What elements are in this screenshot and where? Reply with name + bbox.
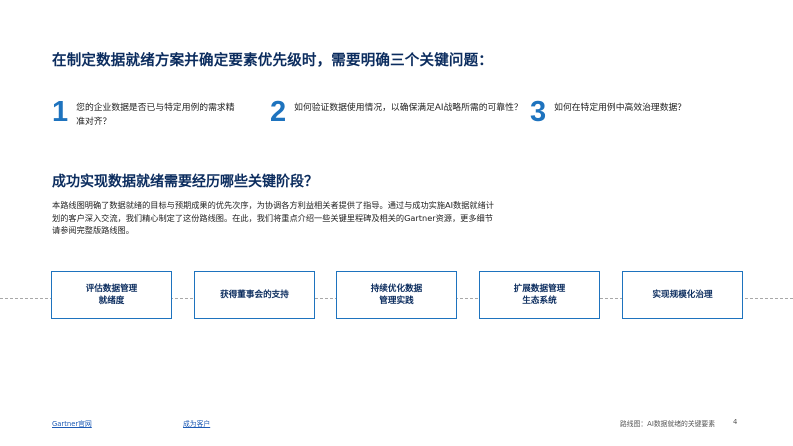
stage-label: 持续优化数据 管理实践	[371, 283, 423, 307]
footer-gartner-link[interactable]: Gartner官网	[52, 418, 92, 428]
stage-label-line: 就绪度	[98, 296, 125, 306]
intro-paragraph: 本路线图明确了数据就绪的目标与预期成果的优先次序，为协调各方利益相关者提供了指导…	[52, 200, 494, 235]
stage-label-line: 生态系统	[522, 296, 557, 306]
stage-label-line: 实现规模化治理	[652, 290, 713, 300]
stage-label: 获得董事会的支持	[220, 289, 289, 301]
question-3-text: 如何在特定用例中高效治理数据？	[554, 103, 687, 113]
question-3-number: 3	[530, 96, 547, 128]
footer-page-number: 4	[733, 418, 738, 426]
stage-label-line: 评估数据管理	[85, 284, 138, 294]
stage-extend-ecosystem: 扩展数据管理 生态系统	[479, 271, 600, 319]
footer-document-title: 路线图：AI数据就绪的关键要素	[620, 420, 716, 428]
stage-label-line: 管理实践	[379, 296, 414, 306]
question-1: 1 您的企业数据是否已与特定用例的需求精准对齐？	[52, 97, 241, 129]
stage-scale-governance: 实现规模化治理	[622, 271, 743, 319]
question-2: 2 如何验证数据使用情况，以确保满足AI战略所需的可靠性？	[270, 97, 529, 127]
page-headline: 在制定数据就绪方案并确定要素优先级时，需要明确三个关键问题：	[52, 53, 493, 69]
question-1-text: 您的企业数据是否已与特定用例的需求精准对齐？	[76, 103, 235, 127]
question-2-number: 2	[270, 96, 287, 128]
question-1-number: 1	[52, 96, 69, 128]
question-3: 3 如何在特定用例中高效治理数据？	[530, 97, 744, 127]
key-questions: 1 您的企业数据是否已与特定用例的需求精准对齐？ 2 如何验证数据使用情况，以确…	[52, 97, 752, 137]
stage-board-support: 获得董事会的支持	[194, 271, 315, 319]
stage-label-line: 获得董事会的支持	[220, 290, 289, 300]
stage-label-line: 扩展数据管理	[513, 284, 566, 294]
footer-become-client-link[interactable]: 成为客户	[183, 418, 210, 428]
stage-label: 扩展数据管理 生态系统	[514, 283, 566, 307]
stage-optimize-practices: 持续优化数据 管理实践	[336, 271, 457, 319]
stage-label: 评估数据管理 就绪度	[86, 283, 138, 307]
section-subhead: 成功实现数据就绪需要经历哪些关键阶段？	[52, 174, 318, 190]
question-2-text: 如何验证数据使用情况，以确保满足AI战略所需的可靠性？	[294, 103, 523, 113]
stage-label-line: 持续优化数据	[370, 284, 423, 294]
stage-assess-readiness: 评估数据管理 就绪度	[51, 271, 172, 319]
stage-label: 实现规模化治理	[652, 289, 712, 301]
